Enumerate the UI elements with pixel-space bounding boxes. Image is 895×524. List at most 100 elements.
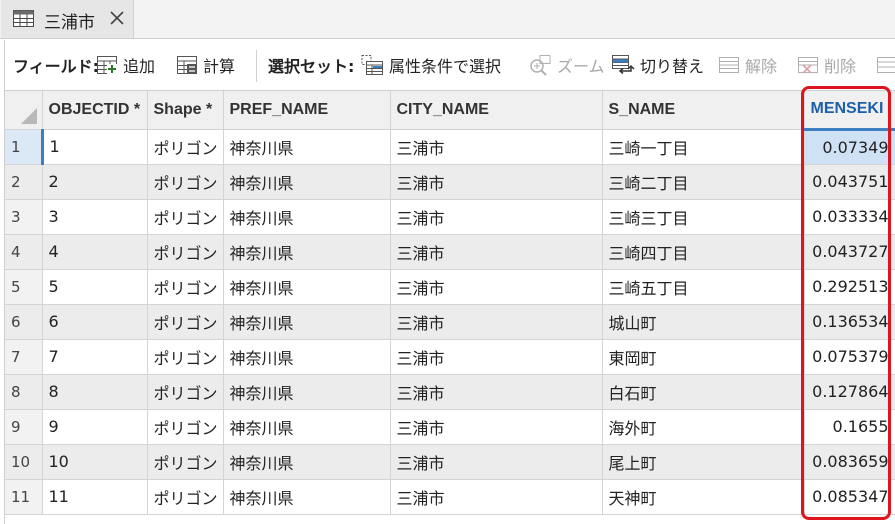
pref-name-cell[interactable]: 神奈川県 bbox=[223, 129, 391, 165]
city-name-cell[interactable]: 三浦市 bbox=[390, 444, 603, 480]
s-name-cell[interactable]: 海外町 bbox=[602, 409, 805, 445]
menseki-cell[interactable]: 0.043727 bbox=[804, 234, 895, 270]
shape-cell[interactable]: ポリゴン bbox=[147, 409, 224, 445]
objectid-cell[interactable]: 3 bbox=[42, 199, 148, 235]
select-by-attributes-button[interactable]: 属性条件で選択 bbox=[360, 40, 501, 90]
row-number[interactable]: 2 bbox=[5, 164, 43, 200]
close-icon[interactable] bbox=[108, 9, 126, 27]
shape-cell[interactable]: ポリゴン bbox=[147, 269, 224, 305]
menseki-cell[interactable]: 0.083659 bbox=[804, 444, 895, 480]
column-header-menseki[interactable]: MENSEKI bbox=[804, 91, 895, 131]
menseki-cell[interactable]: 0.075379 bbox=[804, 339, 895, 375]
objectid-cell[interactable]: 2 bbox=[42, 164, 148, 200]
shape-cell[interactable]: ポリゴン bbox=[147, 234, 224, 270]
table-row[interactable]: 1 1 ポリゴン 神奈川県 三浦市 三崎一丁目 0.07349 bbox=[5, 129, 895, 165]
clear-selection-button[interactable]: 解除 bbox=[718, 40, 777, 90]
objectid-cell[interactable]: 6 bbox=[42, 304, 148, 340]
shape-cell[interactable]: ポリゴン bbox=[147, 199, 224, 235]
city-name-cell[interactable]: 三浦市 bbox=[390, 304, 603, 340]
shape-cell[interactable]: ポリゴン bbox=[147, 374, 224, 410]
row-number[interactable]: 10 bbox=[5, 444, 43, 480]
city-name-cell[interactable]: 三浦市 bbox=[390, 339, 603, 375]
city-name-cell[interactable]: 三浦市 bbox=[390, 164, 603, 200]
pref-name-cell[interactable]: 神奈川県 bbox=[223, 479, 391, 515]
row-number[interactable]: 7 bbox=[5, 339, 43, 375]
shape-cell[interactable]: ポリゴン bbox=[147, 129, 224, 165]
add-field-button[interactable]: 追加 bbox=[96, 40, 155, 90]
objectid-cell[interactable]: 7 bbox=[42, 339, 148, 375]
table-row[interactable]: 7 7 ポリゴン 神奈川県 三浦市 東岡町 0.075379 bbox=[5, 339, 895, 375]
column-header-shape[interactable]: Shape * bbox=[147, 91, 224, 130]
city-name-cell[interactable]: 三浦市 bbox=[390, 374, 603, 410]
column-header-pref-name[interactable]: PREF_NAME bbox=[223, 91, 391, 130]
objectid-cell[interactable]: 8 bbox=[42, 374, 148, 410]
row-number[interactable]: 3 bbox=[5, 199, 43, 235]
s-name-cell[interactable]: 天神町 bbox=[602, 479, 805, 515]
pref-name-cell[interactable]: 神奈川県 bbox=[223, 409, 391, 445]
objectid-cell[interactable]: 10 bbox=[42, 444, 148, 480]
menseki-cell[interactable]: 0.1655 bbox=[804, 409, 895, 445]
city-name-cell[interactable]: 三浦市 bbox=[390, 479, 603, 515]
row-number[interactable]: 8 bbox=[5, 374, 43, 410]
select-all-corner[interactable] bbox=[5, 91, 43, 130]
s-name-cell[interactable]: 三崎一丁目 bbox=[602, 129, 805, 165]
column-header-city-name[interactable]: CITY_NAME bbox=[390, 91, 603, 130]
table-row[interactable]: 2 2 ポリゴン 神奈川県 三浦市 三崎二丁目 0.043751 bbox=[5, 164, 895, 200]
row-number[interactable]: 9 bbox=[5, 409, 43, 445]
city-name-cell[interactable]: 三浦市 bbox=[390, 199, 603, 235]
pref-name-cell[interactable]: 神奈川県 bbox=[223, 444, 391, 480]
objectid-cell[interactable]: 5 bbox=[42, 269, 148, 305]
table-row[interactable]: 11 11 ポリゴン 神奈川県 三浦市 天神町 0.085347 bbox=[5, 479, 895, 515]
pref-name-cell[interactable]: 神奈川県 bbox=[223, 234, 391, 270]
table-row[interactable]: 8 8 ポリゴン 神奈川県 三浦市 白石町 0.127864 bbox=[5, 374, 895, 410]
objectid-cell[interactable]: 1 bbox=[42, 129, 148, 165]
table-row[interactable]: 9 9 ポリゴン 神奈川県 三浦市 海外町 0.1655 bbox=[5, 409, 895, 445]
objectid-cell[interactable]: 11 bbox=[42, 479, 148, 515]
s-name-cell[interactable]: 三崎三丁目 bbox=[602, 199, 805, 235]
shape-cell[interactable]: ポリゴン bbox=[147, 164, 224, 200]
row-number[interactable]: 6 bbox=[5, 304, 43, 340]
shape-cell[interactable]: ポリゴン bbox=[147, 479, 224, 515]
menseki-cell[interactable]: 0.085347 bbox=[804, 479, 895, 515]
more-tools-button[interactable] bbox=[876, 40, 895, 90]
city-name-cell[interactable]: 三浦市 bbox=[390, 269, 603, 305]
menseki-cell[interactable]: 0.043751 bbox=[804, 164, 895, 200]
table-row[interactable]: 6 6 ポリゴン 神奈川県 三浦市 城山町 0.136534 bbox=[5, 304, 895, 340]
city-name-cell[interactable]: 三浦市 bbox=[390, 129, 603, 165]
menseki-cell[interactable]: 0.136534 bbox=[804, 304, 895, 340]
pref-name-cell[interactable]: 神奈川県 bbox=[223, 199, 391, 235]
menseki-cell[interactable]: 0.127864 bbox=[804, 374, 895, 410]
row-number[interactable]: 4 bbox=[5, 234, 43, 270]
s-name-cell[interactable]: 三崎五丁目 bbox=[602, 269, 805, 305]
pref-name-cell[interactable]: 神奈川県 bbox=[223, 269, 391, 305]
s-name-cell[interactable]: 東岡町 bbox=[602, 339, 805, 375]
row-number[interactable]: 1 bbox=[5, 129, 44, 165]
tab-table-view[interactable]: 三浦市 bbox=[1, 0, 134, 38]
table-row[interactable]: 5 5 ポリゴン 神奈川県 三浦市 三崎五丁目 0.292513 bbox=[5, 269, 895, 305]
s-name-cell[interactable]: 三崎二丁目 bbox=[602, 164, 805, 200]
shape-cell[interactable]: ポリゴン bbox=[147, 444, 224, 480]
table-row[interactable]: 4 4 ポリゴン 神奈川県 三浦市 三崎四丁目 0.043727 bbox=[5, 234, 895, 270]
delete-selection-button[interactable]: 削除 bbox=[797, 40, 856, 90]
table-row[interactable]: 10 10 ポリゴン 神奈川県 三浦市 尾上町 0.083659 bbox=[5, 444, 895, 480]
city-name-cell[interactable]: 三浦市 bbox=[390, 234, 603, 270]
objectid-cell[interactable]: 9 bbox=[42, 409, 148, 445]
calculate-field-button[interactable]: 計算 bbox=[176, 40, 235, 90]
pref-name-cell[interactable]: 神奈川県 bbox=[223, 304, 391, 340]
s-name-cell[interactable]: 三崎四丁目 bbox=[602, 234, 805, 270]
table-row[interactable]: 3 3 ポリゴン 神奈川県 三浦市 三崎三丁目 0.033334 bbox=[5, 199, 895, 235]
zoom-to-selection-button[interactable]: ズーム bbox=[528, 40, 605, 90]
menseki-cell[interactable]: 0.033334 bbox=[804, 199, 895, 235]
column-header-objectid[interactable]: OBJECTID * bbox=[42, 91, 148, 130]
pref-name-cell[interactable]: 神奈川県 bbox=[223, 164, 391, 200]
row-number[interactable]: 11 bbox=[5, 479, 43, 515]
row-number[interactable]: 5 bbox=[5, 269, 43, 305]
shape-cell[interactable]: ポリゴン bbox=[147, 339, 224, 375]
pref-name-cell[interactable]: 神奈川県 bbox=[223, 339, 391, 375]
column-header-s-name[interactable]: S_NAME bbox=[602, 91, 805, 130]
menseki-cell[interactable]: 0.07349 bbox=[804, 129, 895, 165]
objectid-cell[interactable]: 4 bbox=[42, 234, 148, 270]
city-name-cell[interactable]: 三浦市 bbox=[390, 409, 603, 445]
s-name-cell[interactable]: 白石町 bbox=[602, 374, 805, 410]
pref-name-cell[interactable]: 神奈川県 bbox=[223, 374, 391, 410]
